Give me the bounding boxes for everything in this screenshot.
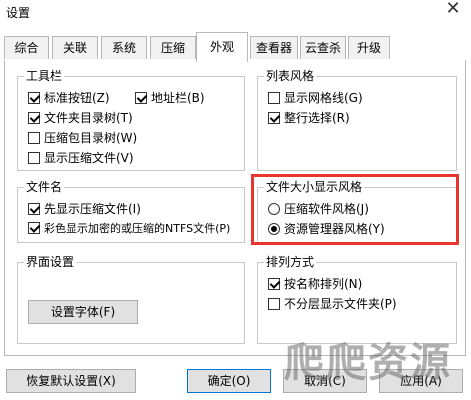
highlight-box	[251, 174, 459, 245]
window-title: 设置	[6, 6, 31, 20]
checkbox-box[interactable]	[28, 203, 40, 215]
checkbox-archive-tree[interactable]: 压缩包目录树(W)	[28, 130, 137, 146]
checkbox-box[interactable]	[268, 92, 280, 104]
checkbox-box[interactable]	[268, 112, 280, 124]
checkbox-box[interactable]	[268, 278, 280, 290]
restore-defaults-button[interactable]: 恢复默认设置(X)	[6, 369, 136, 393]
toolbar-group-title: 工具栏	[24, 69, 65, 83]
tab-general[interactable]: 综合	[4, 36, 49, 59]
checkbox-color-ntfs[interactable]: 彩色显示加密的或压缩的NTFS文件(P)	[28, 221, 230, 237]
checkbox-show-archive-files[interactable]: 显示压缩文件(V)	[28, 150, 134, 166]
checkbox-standard-buttons[interactable]: 标准按钮(Z)	[28, 90, 110, 106]
checkbox-box[interactable]	[28, 132, 40, 144]
checkbox-flat-folders[interactable]: 不分层显示文件夹(P)	[268, 296, 397, 312]
set-font-button[interactable]: 设置字体(F)	[28, 300, 138, 324]
checkbox-box[interactable]	[28, 222, 40, 234]
checkbox-show-archives-first[interactable]: 先显示压缩文件(I)	[28, 201, 141, 217]
close-icon[interactable]: ✕	[442, 0, 464, 20]
ok-button[interactable]: 确定(O)	[187, 369, 271, 393]
sort-group-title: 排列方式	[264, 255, 317, 269]
checkbox-address-bar[interactable]: 地址栏(B)	[135, 90, 205, 106]
checkbox-box[interactable]	[268, 298, 280, 310]
tab-compression[interactable]: 压缩	[150, 36, 196, 59]
watermark: 爬爬资源	[284, 340, 452, 386]
tab-system[interactable]: 系统	[101, 36, 147, 59]
checkbox-show-gridlines[interactable]: 显示网格线(G)	[268, 90, 363, 106]
tab-appearance[interactable]: 外观	[196, 32, 248, 62]
checkbox-box[interactable]	[135, 92, 147, 104]
checkbox-box[interactable]	[28, 112, 40, 124]
checkbox-box[interactable]	[28, 152, 40, 164]
checkbox-sort-by-name[interactable]: 按名称排列(N)	[268, 276, 362, 292]
checkbox-folder-tree[interactable]: 文件夹目录树(T)	[28, 110, 133, 126]
tab-upgrade[interactable]: 升级	[348, 36, 390, 59]
tab-cloud-scan[interactable]: 云查杀	[300, 36, 346, 59]
ui-settings-group-title: 界面设置	[24, 255, 77, 269]
list-style-group-title: 列表风格	[264, 69, 317, 83]
checkbox-full-row-select[interactable]: 整行选择(R)	[268, 110, 350, 126]
tab-viewer[interactable]: 查看器	[250, 36, 298, 59]
checkbox-box[interactable]	[28, 92, 40, 104]
filename-group-title: 文件名	[24, 180, 65, 194]
tab-association[interactable]: 关联	[52, 36, 98, 59]
